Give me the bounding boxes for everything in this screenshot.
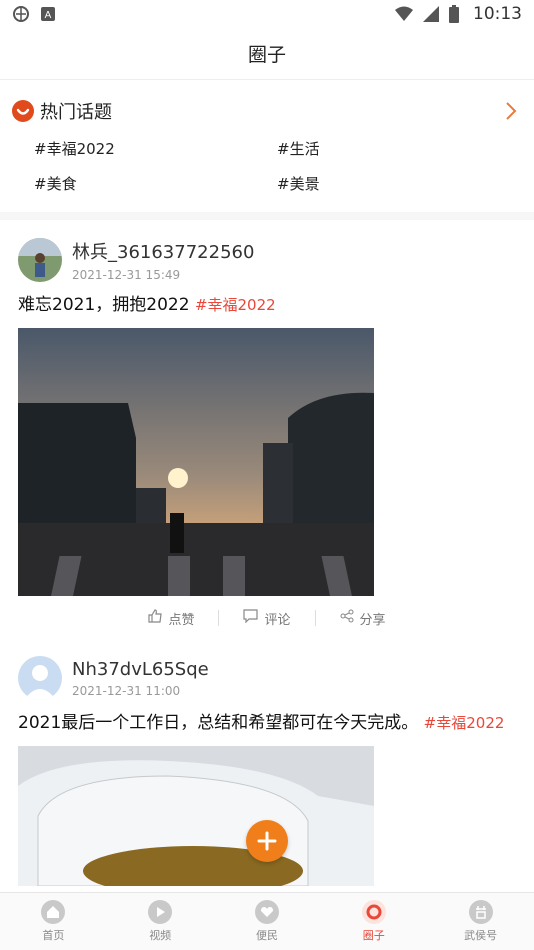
vpn-icon xyxy=(12,5,30,23)
media-icon xyxy=(468,900,493,924)
comment-icon xyxy=(243,609,259,627)
chevron-right-icon[interactable] xyxy=(502,99,520,123)
nav-item-services[interactable]: 便民 xyxy=(227,900,307,943)
play-icon xyxy=(148,900,173,924)
battery-icon xyxy=(449,5,459,23)
post-text: 难忘2021，拥抱2022 #幸福2022 xyxy=(18,292,516,318)
post-body: 难忘2021，拥抱2022 xyxy=(18,295,195,315)
nav-label: 视频 xyxy=(149,929,172,942)
page-title: 圈子 xyxy=(247,44,286,66)
home-icon xyxy=(41,900,66,924)
hot-topics-section: 热门话题 #幸福2022 #生活 #美食 #美景 xyxy=(0,80,534,220)
topic-tag[interactable]: #幸福2022 xyxy=(34,138,277,159)
clock: 10:13 xyxy=(473,4,522,24)
post-time: 2021-12-31 15:49 xyxy=(72,268,181,282)
comment-button[interactable]: 评论 xyxy=(219,609,314,628)
nav-label: 首页 xyxy=(42,929,65,942)
share-label: 分享 xyxy=(359,612,386,628)
signal-icon xyxy=(423,6,439,22)
comment-label: 评论 xyxy=(264,612,291,628)
avatar[interactable] xyxy=(18,656,62,700)
nav-item-video[interactable]: 视频 xyxy=(120,900,200,943)
thumbs-up-icon xyxy=(148,609,163,627)
nav-item-wuhou[interactable]: 武侯号 xyxy=(441,900,521,943)
wifi-icon xyxy=(395,6,413,22)
like-label: 点赞 xyxy=(168,612,195,628)
post-hashtag[interactable]: #幸福2022 xyxy=(424,714,505,732)
share-icon xyxy=(340,609,354,627)
hot-topics-header[interactable]: 热门话题 xyxy=(12,98,520,124)
app-notification-icon: A xyxy=(40,6,56,22)
post-body: 2021最后一个工作日，总结和希望都可在今天完成。 xyxy=(18,713,424,733)
post-time: 2021-12-31 11:00 xyxy=(72,683,181,698)
post-image[interactable] xyxy=(18,328,374,596)
hot-topics-title: 热门话题 xyxy=(40,102,112,123)
status-bar: A 10:13 xyxy=(0,0,534,28)
add-post-button[interactable] xyxy=(246,820,288,862)
nav-label: 便民 xyxy=(255,929,278,942)
author-name[interactable]: 林兵_361637722560 xyxy=(72,238,254,264)
post-text: 2021最后一个工作日，总结和希望都可在今天完成。 #幸福2022 xyxy=(18,710,516,736)
share-button[interactable]: 分享 xyxy=(316,609,410,628)
like-button[interactable]: 点赞 xyxy=(124,609,218,628)
author-name[interactable]: Nh37dvL65Sqe xyxy=(72,659,209,680)
topic-tag[interactable]: #生活 xyxy=(277,138,520,159)
app-header: 圈子 xyxy=(0,28,534,80)
post-hashtag[interactable]: #幸福2022 xyxy=(195,296,276,314)
nav-item-circle[interactable]: 圈子 xyxy=(334,900,414,943)
nav-item-home[interactable]: 首页 xyxy=(13,900,93,943)
avatar[interactable] xyxy=(18,238,62,282)
bottom-nav: 首页 视频 便民 圈子 武侯号 xyxy=(0,892,534,950)
svg-text:A: A xyxy=(45,10,52,21)
topic-tag[interactable]: #美食 xyxy=(34,173,277,194)
circle-icon xyxy=(361,900,386,924)
post-image[interactable] xyxy=(18,746,374,886)
heart-icon xyxy=(254,900,279,924)
nav-label: 圈子 xyxy=(362,929,385,942)
post-actions: 点赞 评论 分享 xyxy=(18,598,516,638)
nav-label: 武侯号 xyxy=(464,929,498,942)
post-card[interactable]: 林兵_361637722560 2021-12-31 15:49 难忘2021，… xyxy=(0,220,534,638)
hot-topic-icon xyxy=(12,100,34,122)
topic-tag[interactable]: #美景 xyxy=(277,173,520,194)
